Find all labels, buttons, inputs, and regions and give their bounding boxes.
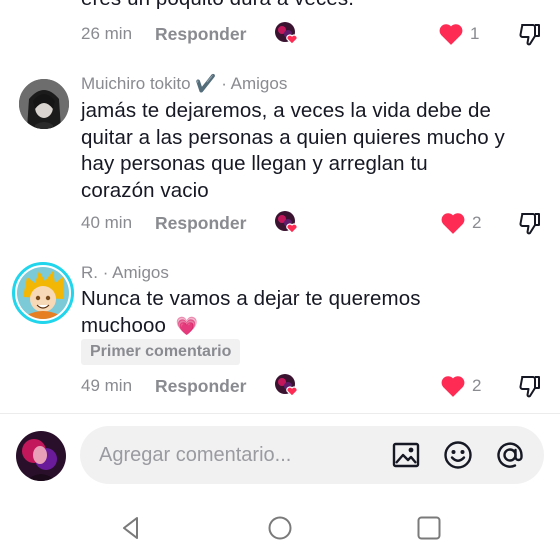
thumbs-down-icon[interactable] (517, 21, 543, 47)
emoji-icon[interactable] (442, 439, 474, 471)
image-icon[interactable] (390, 439, 422, 471)
current-user-avatar[interactable] (16, 431, 66, 481)
thumbs-down-icon[interactable] (517, 373, 543, 399)
heart-icon (441, 376, 465, 397)
like-count: 2 (472, 376, 482, 395)
comment-meta: 26 min Responder 1 (81, 21, 560, 47)
comment-author[interactable]: R. · Amigos (81, 263, 169, 283)
comment-line: quitar a las personas a quien quieres mu… (81, 125, 505, 149)
reply-button[interactable]: Responder (155, 24, 246, 45)
comment-line: Nunca te vamos a dejar te queremos (81, 287, 421, 310)
comment-line: jamás te dejaremos, a veces la vida debe… (81, 99, 491, 122)
creator-liked-icon (275, 374, 298, 397)
comment-text: jamás te dejaremos, a veces la vida debe… (81, 98, 505, 204)
recents-icon[interactable] (414, 513, 444, 543)
avatar-image (17, 267, 69, 319)
comment-time: 26 min (81, 24, 133, 43)
reply-button[interactable]: Responder (155, 213, 246, 234)
comment-author[interactable]: Muichiro tokito ✔️ · Amigos (81, 74, 287, 94)
comment-input[interactable] (99, 426, 379, 484)
comment-line: hay personas que llegan y arreglan tu (81, 152, 428, 175)
creator-liked-icon (275, 22, 298, 45)
avatar-image (16, 431, 66, 481)
comment-text: Nunca te vamos a dejar te queremos mucho… (81, 286, 421, 339)
heart-icon (439, 24, 463, 45)
like-button[interactable]: 2 (440, 373, 481, 399)
comment-meta: 49 min Responder 2 (81, 373, 560, 399)
like-count: 2 (472, 213, 482, 232)
first-comment-badge: Primer comentario (81, 339, 241, 365)
avatar[interactable] (19, 79, 69, 129)
comment-time: 40 min (81, 213, 133, 232)
comment-line-text: muchooo (81, 313, 167, 337)
comment-text: eres un poquito dura a veces. (81, 0, 354, 13)
comment-composer (80, 426, 544, 484)
like-count: 1 (470, 24, 480, 43)
like-button[interactable]: 2 (440, 210, 481, 236)
like-button[interactable]: 1 (438, 21, 479, 47)
avatar-image (19, 79, 69, 129)
comment-line: muchooo 💗 (81, 313, 421, 340)
heart-icon (441, 213, 465, 234)
back-icon[interactable] (116, 513, 146, 543)
comment-meta: 40 min Responder 2 (81, 210, 560, 236)
home-icon[interactable] (265, 513, 295, 543)
comment-time: 49 min (81, 376, 133, 395)
comment-line: corazón vacio (81, 178, 209, 202)
creator-liked-icon (275, 211, 298, 234)
avatar[interactable] (12, 262, 74, 324)
pink-heart-emoji: 💗 (175, 315, 199, 336)
thumbs-down-icon[interactable] (517, 210, 543, 236)
reply-button[interactable]: Responder (155, 376, 246, 397)
divider (0, 413, 560, 414)
at-icon[interactable] (494, 439, 526, 471)
